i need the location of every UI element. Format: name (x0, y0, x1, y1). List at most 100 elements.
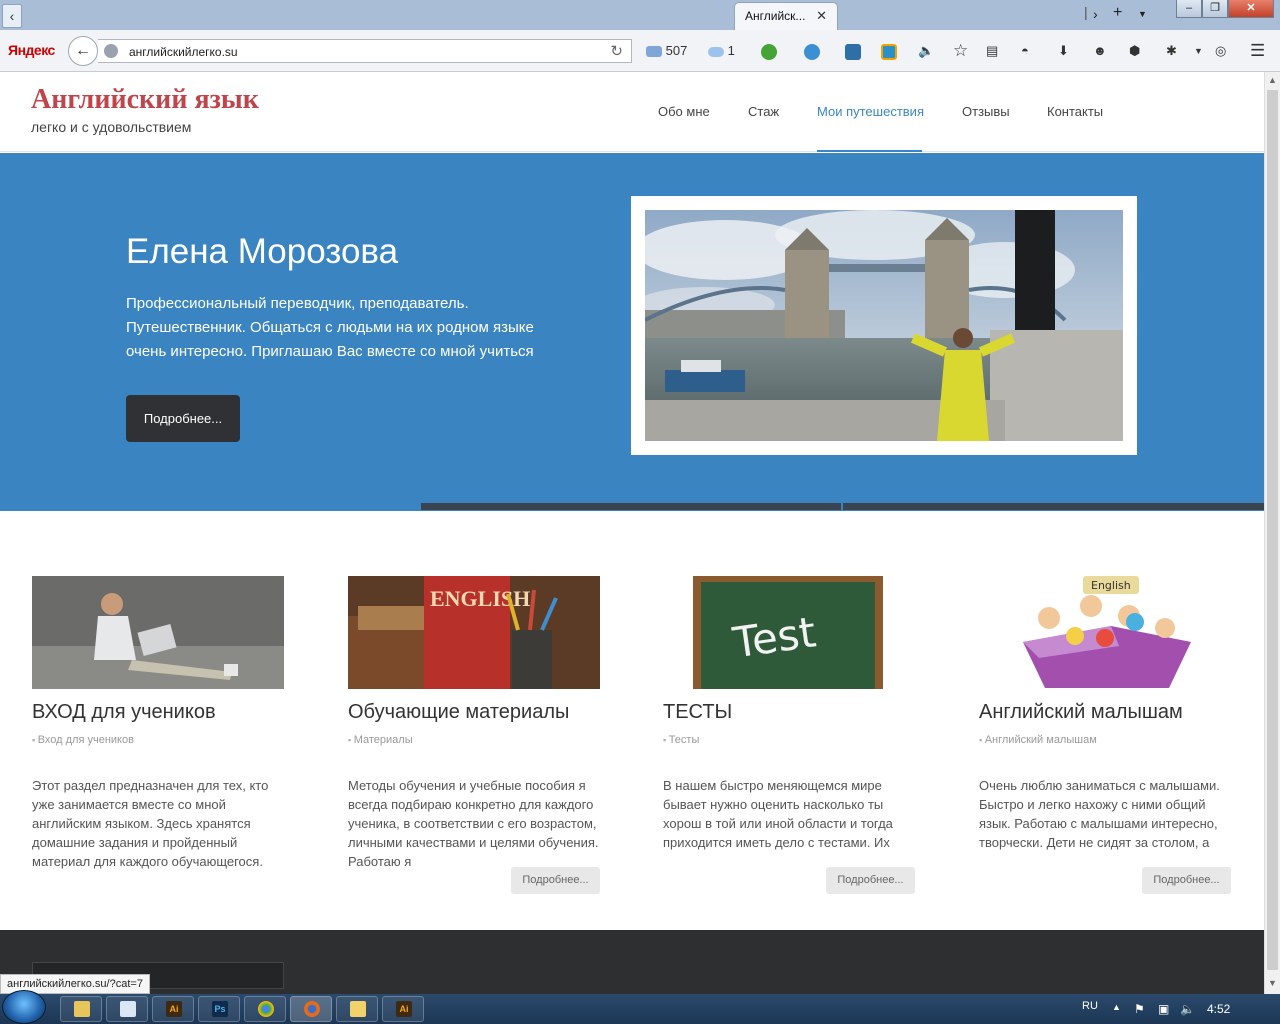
card-kids: English Английский малышам Английский ма… (979, 576, 1231, 896)
mail-widget[interactable]: 507 (646, 41, 687, 61)
mail-icon (646, 46, 662, 58)
nav-item-travels[interactable]: Мои путешествия (817, 104, 924, 119)
card-student-login: ВХОД для учеников Вход для учеников Этот… (32, 576, 284, 896)
card-text: Методы обучения и учебные пособия я всег… (348, 778, 599, 869)
browser-tab-bar: ‹ Английск... ✕ | › + ▼ – ❐ ✕ (0, 0, 1280, 30)
hero-description: Профессиональный переводчик, преподавате… (126, 295, 534, 360)
addon-bug-icon[interactable]: ✱ (1166, 41, 1177, 61)
card-tests: Test ТЕСТЫ Тесты В нашем быстро меняющем… (663, 576, 915, 896)
taskbar-explorer[interactable] (60, 996, 102, 1022)
site-logo-title[interactable]: Английский язык (31, 84, 259, 116)
new-tab-icon[interactable]: + (1113, 4, 1122, 22)
nav-active-indicator (817, 150, 922, 152)
card-title[interactable]: ТЕСТЫ (663, 701, 732, 724)
card-more-button[interactable]: Подробнее... (826, 867, 915, 894)
tab-title: Английск... (745, 9, 806, 23)
tray-network-icon[interactable]: ▣ (1158, 1002, 1169, 1016)
taskbar-illustrator[interactable]: Ai (152, 996, 194, 1022)
hamburger-menu-icon[interactable]: ☰ (1250, 41, 1265, 61)
start-button[interactable] (2, 990, 46, 1024)
card-image-kids-box[interactable]: English (979, 576, 1231, 689)
cloud-count: 1 (727, 43, 735, 58)
taskbar-chrome[interactable] (244, 996, 286, 1022)
windows-taskbar: Ai Ps Ai RU ▲ ⚑ ▣ 🔈 4:52 (0, 990, 1280, 1024)
pocket-icon[interactable]: ◓ (1021, 41, 1029, 61)
nav-item-reviews[interactable]: Отзывы (962, 104, 1010, 119)
bookmark-star-icon[interactable]: ☆ (953, 41, 968, 61)
taskbar-firefox[interactable] (290, 996, 332, 1022)
card-image-chalkboard-test[interactable]: Test (663, 576, 915, 689)
addon-color-icon[interactable] (881, 41, 897, 61)
weather-icon[interactable] (804, 41, 820, 61)
hero-more-button[interactable]: Подробнее... (126, 395, 240, 442)
card-category-link[interactable]: Материалы (348, 734, 413, 746)
chat-icon[interactable]: ☻ (1093, 41, 1107, 61)
nav-item-about[interactable]: Обо мне (658, 104, 710, 119)
tab-scroll-left-button[interactable]: ‹ (2, 4, 22, 28)
clipboard-icon[interactable]: ▤ (986, 41, 998, 61)
download-icon[interactable]: ⬇ (1058, 41, 1069, 61)
sync-icon[interactable]: ◎ (1215, 41, 1226, 61)
maximize-button[interactable]: ❐ (1202, 0, 1228, 18)
card-category-link[interactable]: Английский малышам (979, 734, 1097, 746)
mail-count: 507 (665, 43, 688, 58)
minimize-button[interactable]: – (1176, 0, 1202, 18)
tray-volume-icon[interactable]: 🔈 (1180, 1002, 1195, 1016)
card-more-button[interactable]: Подробнее... (1142, 867, 1231, 894)
addon-green-icon[interactable] (761, 41, 777, 61)
close-window-button[interactable]: ✕ (1228, 0, 1274, 18)
back-button[interactable]: ← (68, 36, 98, 66)
card-text: Очень люблю заниматься с малышами. Быстр… (979, 778, 1220, 850)
card-image-english-book[interactable]: ENGLISH (348, 576, 600, 689)
hero-photo-tower-bridge (645, 210, 1123, 441)
slider-progress-bar-2[interactable] (843, 503, 1264, 510)
site-header: Английский язык легко и с удовольствием … (0, 72, 1264, 152)
card-title[interactable]: Английский малышам (979, 701, 1183, 724)
nav-item-contacts[interactable]: Контакты (1047, 104, 1103, 119)
cloud-icon (708, 46, 724, 57)
taskbar-illustrator-2[interactable]: Ai (382, 996, 424, 1022)
nav-item-experience[interactable]: Стаж (748, 104, 779, 119)
card-text: В нашем быстро меняющемся мире бывает ну… (663, 778, 893, 850)
book-cover-text: ENGLISH (430, 586, 530, 611)
scroll-down-icon[interactable]: ▼ (1268, 978, 1277, 988)
card-title[interactable]: ВХОД для учеников (32, 701, 216, 724)
address-input[interactable]: английскийлегко.su (129, 45, 238, 59)
taskbar-photoshop[interactable]: Ps (198, 996, 240, 1022)
reload-icon[interactable]: ↻ (610, 42, 623, 60)
card-category-link[interactable]: Тесты (663, 734, 700, 746)
browser-toolbar: Яндекс ← английскийлегко.su ↻ 507 1 🔈 ☆ … (0, 30, 1280, 72)
tab-separator: | (1084, 4, 1088, 20)
card-image-man-laptop[interactable] (32, 576, 284, 689)
taskbar-files[interactable] (336, 996, 378, 1022)
site-identity-icon[interactable] (104, 44, 118, 58)
addon-blue-icon[interactable] (845, 41, 861, 61)
close-tab-icon[interactable]: ✕ (816, 8, 827, 24)
browser-tab[interactable]: Английск... ✕ (734, 2, 838, 30)
kids-sign-text: English (1091, 579, 1131, 592)
taskbar-notepad[interactable] (106, 996, 148, 1022)
cloud-widget[interactable]: 1 (708, 41, 735, 61)
card-more-button[interactable]: Подробнее... (511, 867, 600, 894)
addon-shield-icon[interactable]: ⬢ (1129, 41, 1140, 61)
card-materials: ENGLISH Обучающие материалы Материалы Ме… (348, 576, 600, 896)
page-scrollbar[interactable]: ▲ ▼ (1264, 72, 1280, 994)
language-indicator[interactable]: RU (1082, 1000, 1098, 1012)
hero-name: Елена Морозова (126, 232, 399, 271)
tab-scroll-right-icon[interactable]: › (1093, 6, 1098, 22)
card-text: Этот раздел предназначен для тех, кто уж… (32, 778, 269, 869)
tray-expand-icon[interactable]: ▲ (1112, 1002, 1121, 1012)
tray-flag-icon[interactable]: ⚑ (1134, 1002, 1145, 1016)
sound-icon[interactable]: 🔈 (918, 41, 934, 61)
card-category-link[interactable]: Вход для учеников (32, 734, 134, 746)
site-logo-subtitle: легко и с удовольствием (31, 119, 192, 135)
slider-progress-bar-1[interactable] (421, 503, 841, 510)
card-title[interactable]: Обучающие материалы (348, 701, 569, 724)
address-bar[interactable]: английскийлегко.su ↻ (98, 39, 632, 63)
addon-menu-icon[interactable]: ▼ (1194, 41, 1203, 61)
scrollbar-thumb[interactable] (1267, 90, 1278, 970)
scroll-up-icon[interactable]: ▲ (1268, 75, 1277, 85)
yandex-logo[interactable]: Яндекс (8, 42, 55, 58)
tab-list-icon[interactable]: ▼ (1138, 9, 1147, 19)
taskbar-clock[interactable]: 4:52 (1207, 1002, 1230, 1016)
